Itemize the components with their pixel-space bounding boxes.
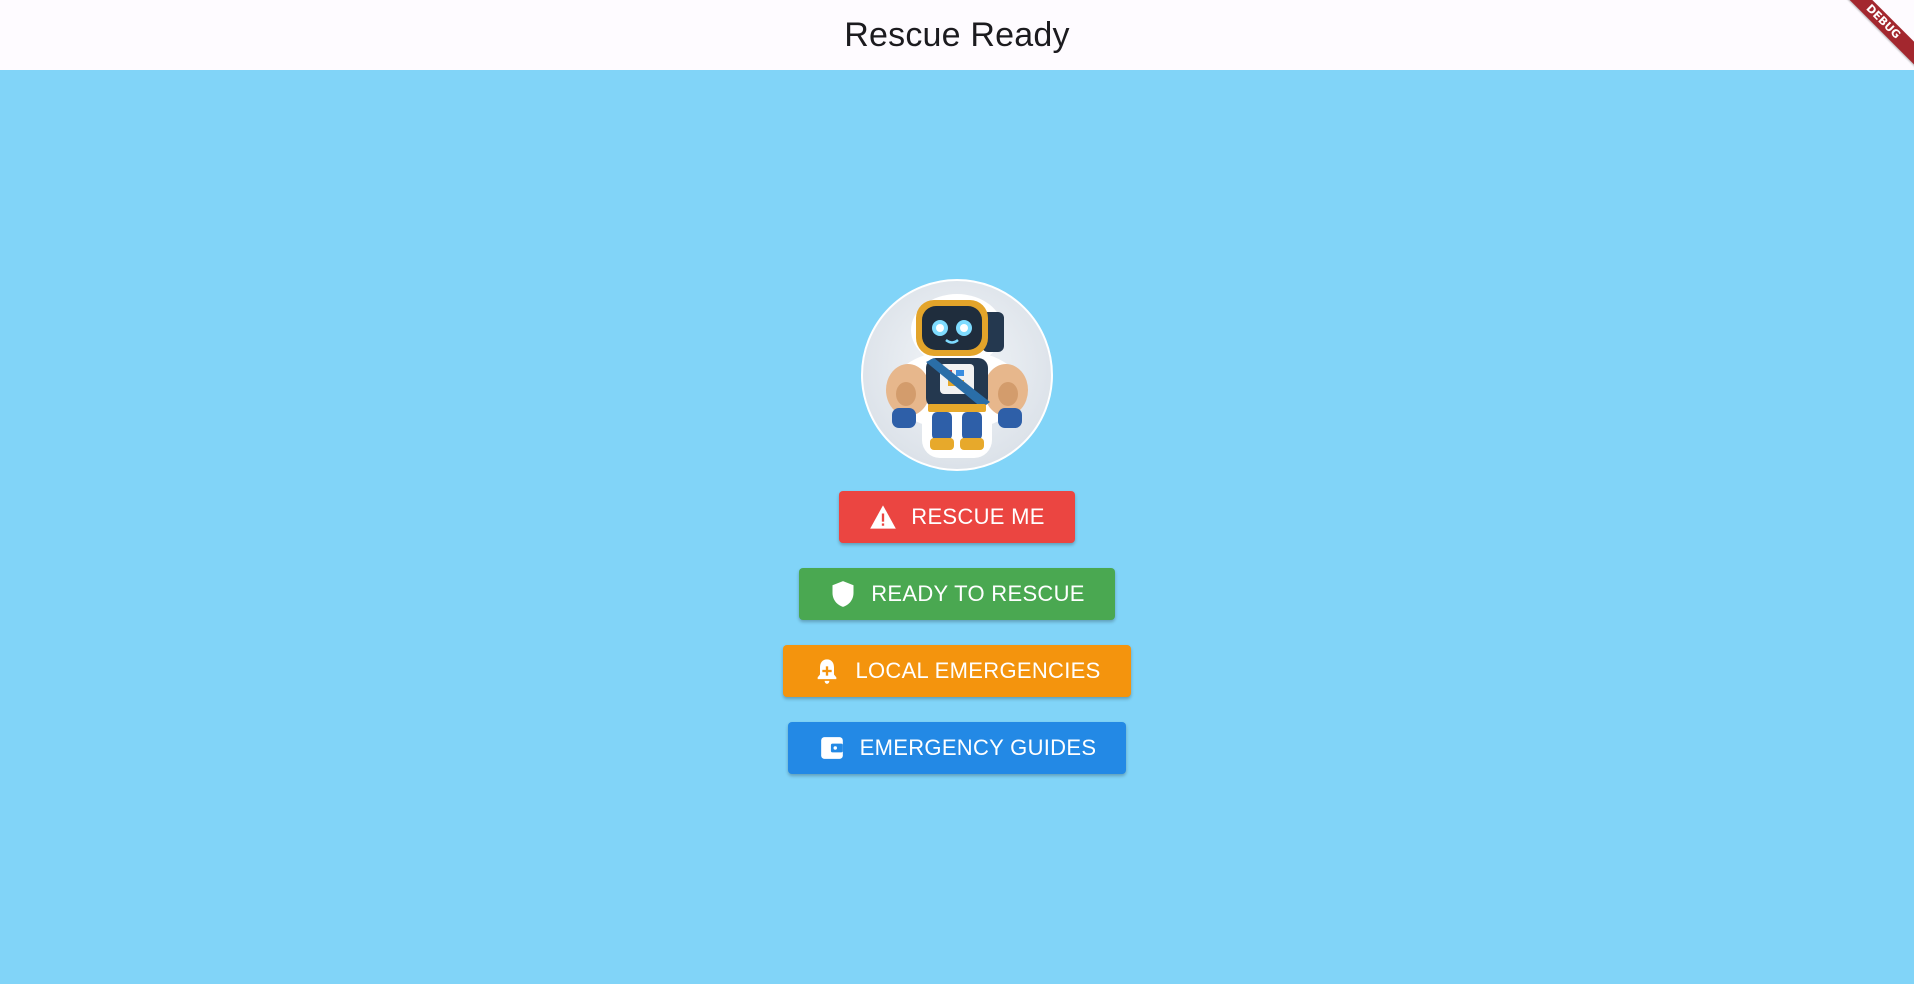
- page-title: Rescue Ready: [844, 15, 1070, 54]
- main-content: RESCUE ME READY TO RESCUE LOCAL EMERGENC…: [0, 70, 1914, 984]
- robot-avatar: [861, 279, 1053, 471]
- rescue-me-label: RESCUE ME: [911, 504, 1045, 529]
- local-emergencies-label: LOCAL EMERGENCIES: [855, 658, 1101, 683]
- ready-to-rescue-button[interactable]: READY TO RESCUE: [799, 568, 1115, 620]
- ready-to-rescue-label: READY TO RESCUE: [871, 581, 1085, 606]
- warning-icon: [869, 503, 897, 531]
- emergency-guides-label: EMERGENCY GUIDES: [859, 735, 1097, 760]
- app-root: Rescue Ready DEBUG RESCUE ME READY TO RE…: [0, 0, 1914, 984]
- notification-add-icon: [813, 657, 841, 685]
- local-emergencies-button[interactable]: LOCAL EMERGENCIES: [783, 645, 1131, 697]
- wallet-icon: [818, 734, 846, 762]
- app-bar: Rescue Ready DEBUG: [0, 0, 1914, 81]
- rescue-me-button[interactable]: RESCUE ME: [839, 491, 1075, 543]
- debug-banner: DEBUG: [1824, 0, 1914, 81]
- action-buttons: RESCUE ME READY TO RESCUE LOCAL EMERGENC…: [783, 491, 1131, 774]
- emergency-guides-button[interactable]: EMERGENCY GUIDES: [787, 722, 1127, 774]
- robot-mascot-image: [886, 294, 1028, 458]
- shield-icon: [829, 580, 857, 608]
